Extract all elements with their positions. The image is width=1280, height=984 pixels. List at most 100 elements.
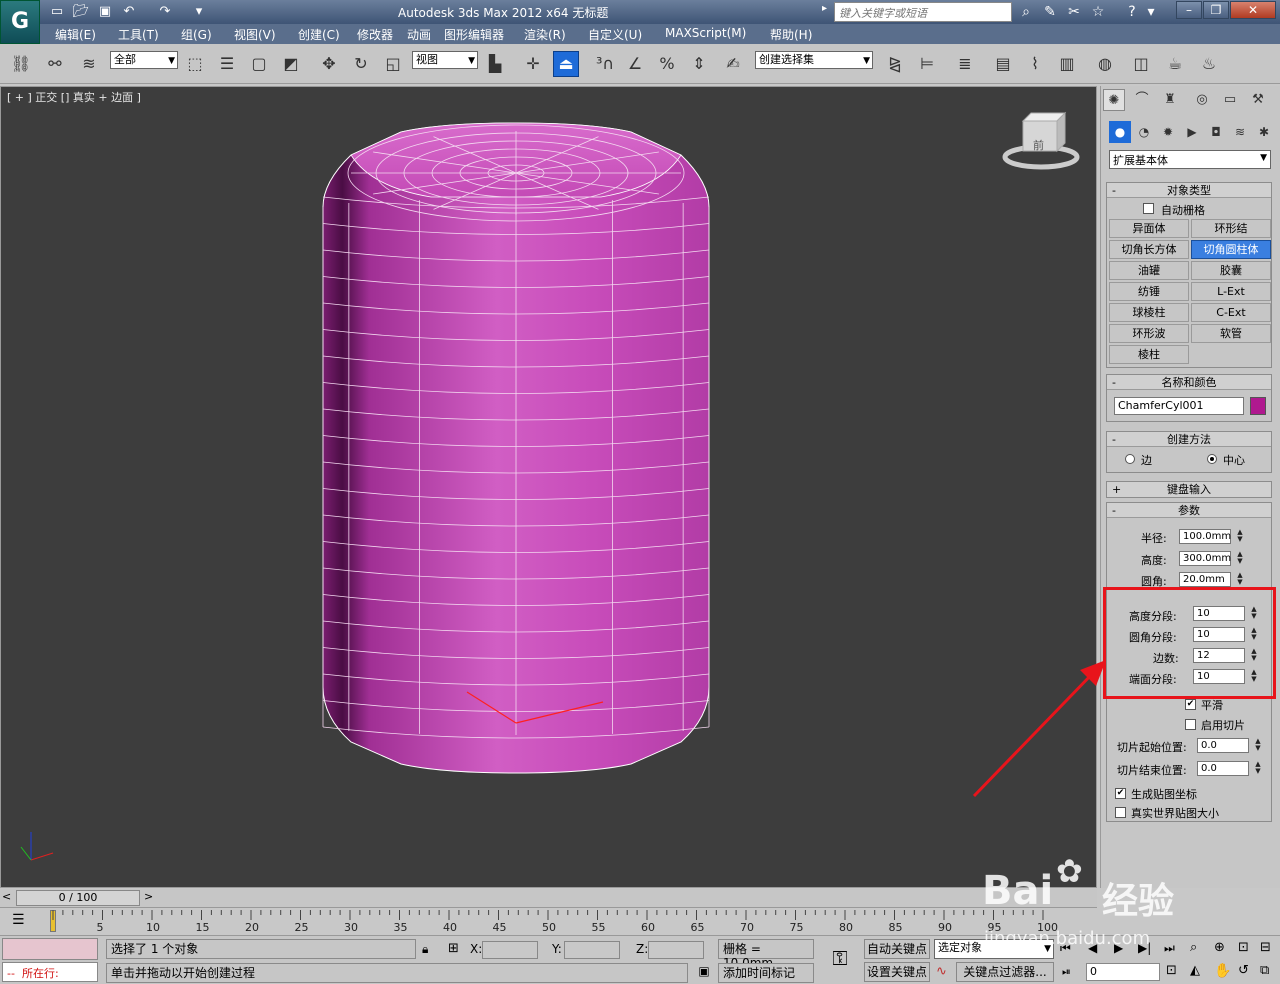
select-move-icon[interactable]: ✥: [316, 51, 342, 77]
spinner-arrows-icon[interactable]: ▲ ▼: [1253, 738, 1263, 753]
radius-spinner[interactable]: 100.0mm: [1179, 529, 1231, 544]
maxscript-listener-mini[interactable]: [2, 938, 98, 960]
systems-subtab-icon[interactable]: ✱: [1253, 121, 1275, 143]
create-tab-sun-icon[interactable]: ✺: [1103, 89, 1125, 111]
name-color-header[interactable]: - 名称和颜色: [1107, 375, 1271, 390]
motion-tab-icon[interactable]: ◎: [1191, 89, 1213, 111]
helpers-subtab-icon[interactable]: ◘: [1205, 121, 1227, 143]
menu-animation[interactable]: 动画: [407, 26, 431, 43]
field-of-view-icon[interactable]: ◭: [1190, 963, 1200, 978]
new-file-icon[interactable]: ▭: [48, 3, 66, 21]
pivot-center-icon[interactable]: ▙: [482, 51, 508, 77]
cameras-subtab-icon[interactable]: ▶: [1181, 121, 1203, 143]
chamfer-cyl-button[interactable]: 切角圆柱体: [1191, 240, 1271, 259]
menu-maxscript[interactable]: MAXScript(M): [665, 26, 746, 40]
edge-radio[interactable]: [1125, 454, 1135, 464]
zoom-extents-icon[interactable]: ⊡: [1238, 940, 1249, 955]
c-ext-button[interactable]: C-Ext: [1191, 303, 1271, 322]
center-radio[interactable]: [1207, 454, 1217, 464]
favorites-star-icon[interactable]: ☆: [1088, 3, 1108, 21]
prism-button[interactable]: 棱柱: [1109, 345, 1189, 364]
edit-named-selection-icon[interactable]: ✍: [720, 51, 746, 77]
snaps-toggle-icon[interactable]: ³∩: [592, 51, 618, 77]
hierarchy-tab-icon[interactable]: ♜: [1159, 89, 1181, 111]
geometry-subtab-icon[interactable]: ●: [1109, 121, 1131, 143]
bind-space-warp-icon[interactable]: ≋: [76, 51, 102, 77]
autogrid-checkbox[interactable]: [1143, 203, 1154, 214]
object-type-header[interactable]: - 对象类型: [1107, 183, 1271, 198]
reference-coordinate-dropdown[interactable]: 视图 ▼: [412, 51, 478, 69]
l-ext-button[interactable]: L-Ext: [1191, 282, 1271, 301]
x-coordinate-field[interactable]: [482, 941, 538, 959]
mirror-icon[interactable]: ⧎: [882, 51, 908, 77]
parameters-header[interactable]: - 参数: [1107, 503, 1271, 518]
select-by-name-icon[interactable]: ☰: [214, 51, 240, 77]
undo-icon[interactable]: ↶: [120, 3, 138, 21]
graphite-toolbar-icon[interactable]: ▤: [990, 51, 1016, 77]
oil-tank-button[interactable]: 油罐: [1109, 261, 1189, 280]
hedra-button[interactable]: 异面体: [1109, 219, 1189, 238]
percent-snap-icon[interactable]: %: [654, 51, 680, 77]
menu-customize[interactable]: 自定义(U): [588, 26, 642, 43]
goto-end-icon[interactable]: ⏭: [1164, 941, 1175, 956]
zoom-icon[interactable]: ⌕: [1190, 940, 1197, 955]
menu-group[interactable]: 组(G): [181, 26, 212, 43]
spinner-arrows-icon[interactable]: ▲ ▼: [1235, 572, 1245, 587]
spinner-arrows-icon[interactable]: ▲ ▼: [1253, 761, 1263, 776]
help-icon[interactable]: ?: [1122, 3, 1142, 21]
current-frame-field[interactable]: 0: [1086, 963, 1160, 981]
gen-uv-checkbox[interactable]: ✔: [1115, 788, 1126, 799]
maximize-viewport-icon[interactable]: ⧉: [1260, 963, 1269, 978]
creation-method-header[interactable]: - 创建方法: [1107, 432, 1271, 447]
minimize-button[interactable]: –: [1176, 1, 1202, 19]
time-slider-thumb[interactable]: 0 / 100: [16, 890, 140, 906]
key-mode-icon[interactable]: ⏯: [1062, 965, 1071, 979]
save-file-icon[interactable]: ▣: [96, 3, 114, 21]
front-viewport[interactable]: [ + ] 正交 [] 真实 + 边面 ] 前: [0, 86, 1097, 888]
chamfer-box-button[interactable]: 切角长方体: [1109, 240, 1189, 259]
height-spinner[interactable]: 300.0mm: [1179, 551, 1231, 566]
window-crossing-icon[interactable]: ◩: [278, 51, 304, 77]
ringwave-button[interactable]: 环形波: [1109, 324, 1189, 343]
capsule-button[interactable]: 胶囊: [1191, 261, 1271, 280]
subscription-icon[interactable]: ✎: [1040, 3, 1060, 21]
absolute-mode-icon[interactable]: ⊞: [448, 941, 459, 956]
select-scale-icon[interactable]: ◱: [380, 51, 406, 77]
menu-modifiers[interactable]: 修改器: [357, 26, 393, 43]
add-time-tag-button[interactable]: 添加时间标记: [718, 963, 814, 983]
menu-create[interactable]: 创建(C): [298, 26, 340, 43]
binoculars-icon[interactable]: ⌕: [1016, 3, 1036, 21]
help-dropdown-icon[interactable]: ▾: [1146, 3, 1156, 21]
hose-button[interactable]: 软管: [1191, 324, 1271, 343]
orbit-icon[interactable]: ↺: [1238, 963, 1249, 978]
align-icon[interactable]: ⊨: [914, 51, 940, 77]
object-category-dropdown[interactable]: 扩展基本体 ▼: [1109, 150, 1271, 169]
menu-tools[interactable]: 工具(T): [118, 26, 159, 43]
search-expand-icon[interactable]: ▸: [822, 3, 832, 21]
key-filters-button[interactable]: 关键点过滤器...: [956, 962, 1054, 982]
application-logo-button[interactable]: G: [0, 0, 40, 44]
select-rotate-icon[interactable]: ↻: [348, 51, 374, 77]
utilities-tab-hammer-icon[interactable]: ⚒: [1247, 89, 1269, 111]
menu-edit[interactable]: 编辑(E): [55, 26, 96, 43]
display-tab-icon[interactable]: ▭: [1219, 89, 1241, 111]
slice-from-spinner[interactable]: 0.0: [1197, 738, 1249, 753]
zoom-all-icon[interactable]: ⊕: [1214, 940, 1225, 955]
lights-subtab-icon[interactable]: ✹: [1157, 121, 1179, 143]
gengon-button[interactable]: 球棱柱: [1109, 303, 1189, 322]
rendered-frame-window-icon[interactable]: ☕: [1162, 51, 1188, 77]
named-selection-set-dropdown[interactable]: 创建选择集 ▼: [755, 51, 873, 69]
select-object-icon[interactable]: ⬚: [182, 51, 208, 77]
spinner-arrows-icon[interactable]: ▲ ▼: [1235, 551, 1245, 566]
time-tag-icon[interactable]: ▣: [694, 964, 714, 982]
fillet-spinner[interactable]: 20.0mm: [1179, 572, 1231, 587]
menu-rendering[interactable]: 渲染(R): [524, 26, 566, 43]
shapes-subtab-icon[interactable]: ◔: [1133, 121, 1155, 143]
angle-snap-icon[interactable]: ∠: [622, 51, 648, 77]
selection-filter-dropdown[interactable]: 全部 ▼: [110, 51, 178, 69]
render-setup-icon[interactable]: ◫: [1128, 51, 1154, 77]
real-world-checkbox[interactable]: [1115, 807, 1126, 818]
torus-knot-button[interactable]: 环形结: [1191, 219, 1271, 238]
communication-icon[interactable]: ✂: [1064, 3, 1084, 21]
track-bar[interactable]: ☰ 5 10 15 20 25 30 35 40 45 50 55 60 65 70 75 80 85 90 95 1…: [0, 907, 1097, 935]
